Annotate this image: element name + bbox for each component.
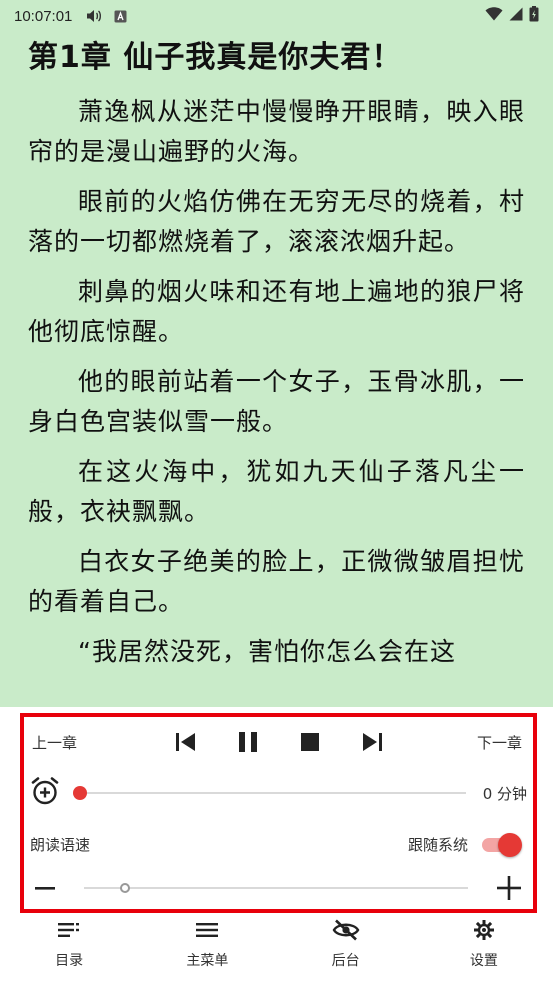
nav-item-background[interactable]: 后台	[277, 918, 415, 980]
nav-item-settings[interactable]: 设置	[415, 918, 553, 980]
follow-system-label: 跟随系统	[407, 835, 468, 854]
playback-row: 上一章 下一章	[32, 727, 522, 757]
wifi-icon	[485, 7, 503, 25]
media-controls	[173, 729, 385, 755]
skip-previous-icon[interactable]	[173, 729, 199, 755]
nav-item-toc[interactable]: 目录	[0, 918, 138, 980]
timer-row: 0 分钟	[30, 777, 527, 809]
toc-icon	[57, 918, 81, 942]
follow-system-toggle[interactable]	[482, 833, 522, 857]
pause-icon[interactable]	[235, 729, 261, 755]
speech-speed-label: 朗读语速	[30, 835, 91, 854]
bottom-nav: 目录 主菜单 后台 设置	[0, 918, 553, 980]
volume-icon	[86, 9, 102, 23]
prev-chapter-button[interactable]: 上一章	[32, 732, 77, 753]
nav-item-main-menu[interactable]: 主菜单	[138, 918, 276, 980]
app-notification-icon	[114, 10, 127, 23]
paragraph: 他的眼前站着一个女子，玉骨冰肌，一身白色宫装似雪一般。	[28, 367, 525, 436]
read-aloud-panel: 上一章 下一章 0 分钟 朗读语速 跟随系统 目录 主菜单 后台 设置	[0, 707, 553, 984]
paragraph: 刺鼻的烟火味和还有地上遍地的狼尸将他彻底惊醒。	[28, 277, 525, 346]
speed-slider-thumb[interactable]	[120, 883, 130, 893]
minus-icon[interactable]	[32, 875, 58, 901]
timer-slider-thumb[interactable]	[73, 786, 87, 800]
status-bar: 10:07:01	[0, 0, 553, 32]
battery-charging-icon	[529, 6, 539, 26]
menu-icon	[195, 918, 219, 942]
status-time: 10:07:01	[14, 7, 73, 25]
paragraph: 在这火海中，犹如九天仙子落凡尘一般，衣袂飘飘。	[28, 457, 525, 526]
paragraph: 萧逸枫从迷茫中慢慢睁开眼睛，映入眼帘的是漫山遍野的火海。	[28, 97, 525, 166]
plus-icon[interactable]	[496, 875, 522, 901]
timer-value: 0 分钟	[482, 784, 527, 803]
chapter-title: 第1章 仙子我真是你夫君！	[28, 40, 403, 75]
stop-icon[interactable]	[297, 729, 323, 755]
skip-next-icon[interactable]	[359, 729, 385, 755]
eye-off-icon	[332, 918, 360, 942]
gear-icon	[473, 918, 495, 942]
speed-slider[interactable]	[84, 883, 468, 893]
paragraph: 白衣女子绝美的脸上，正微微皱眉担忧的看着自己。	[28, 547, 525, 616]
paragraph: 眼前的火焰仿佛在无穷无尽的烧着，村落的一切都燃烧着了，滚滚浓烟升起。	[28, 187, 525, 256]
next-chapter-button[interactable]: 下一章	[477, 732, 522, 753]
nav-label: 主菜单	[186, 953, 229, 969]
paragraph: “我居然没死，害怕你怎么会在这	[78, 637, 456, 666]
alarm-clock-icon	[30, 776, 60, 810]
timer-slider[interactable]	[73, 786, 466, 800]
nav-label: 目录	[55, 953, 84, 969]
reader-content[interactable]: 第1章 仙子我真是你夫君！ 萧逸枫从迷茫中慢慢睁开眼睛，映入眼帘的是漫山遍野的火…	[0, 32, 553, 710]
nav-label: 设置	[469, 953, 498, 969]
nav-label: 后台	[331, 953, 360, 969]
speed-slider-row	[32, 875, 522, 901]
cell-signal-icon	[509, 7, 523, 25]
speech-speed-row: 朗读语速 跟随系统	[30, 829, 522, 859]
